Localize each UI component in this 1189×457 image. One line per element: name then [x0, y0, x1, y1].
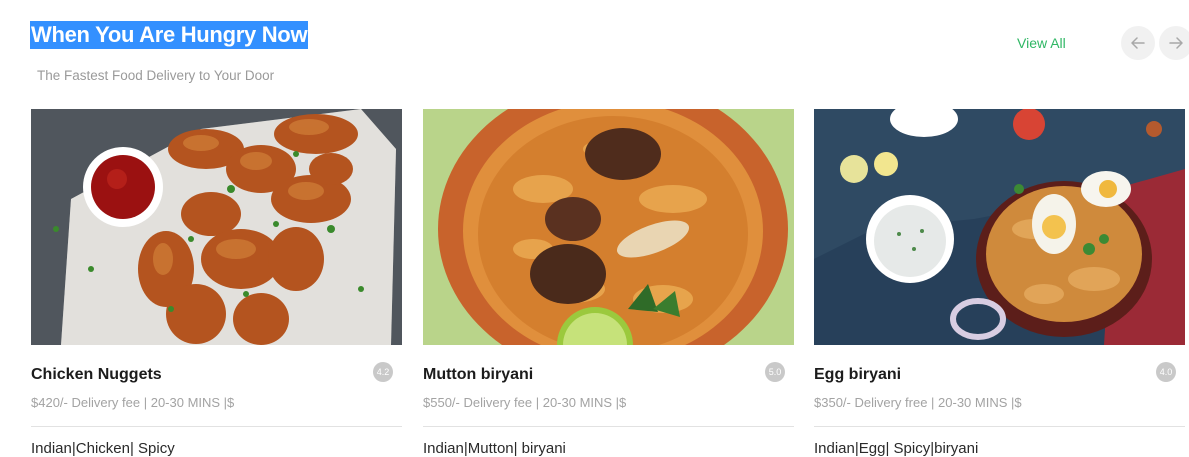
divider: [423, 426, 794, 427]
section-subtitle: The Fastest Food Delivery to Your Door: [37, 68, 275, 83]
card-delivery-info: $420/- Delivery fee | 20-30 MINS |$: [31, 395, 235, 410]
food-card[interactable]: Mutton biryani 5.0 $550/- Delivery fee |…: [423, 109, 794, 457]
section-header: When You Are Hungry Now The Fastest Food…: [0, 0, 1189, 100]
section-title: When You Are Hungry Now: [30, 21, 309, 49]
card-title[interactable]: Mutton biryani: [423, 366, 533, 384]
carousel-prev-button[interactable]: [1121, 26, 1155, 60]
arrow-right-icon: [1169, 37, 1183, 49]
divider: [814, 426, 1185, 427]
food-card[interactable]: Chicken Nuggets 4.2 $420/- Delivery fee …: [31, 109, 402, 457]
rating-badge: 4.2: [373, 362, 393, 382]
rating-badge: 4.0: [1156, 362, 1176, 382]
divider: [31, 426, 402, 427]
card-title[interactable]: Chicken Nuggets: [31, 366, 162, 384]
restaurant-card-list: Chicken Nuggets 4.2 $420/- Delivery fee …: [31, 109, 1189, 457]
card-delivery-info: $550/- Delivery fee | 20-30 MINS |$: [423, 395, 627, 410]
arrow-left-icon: [1131, 37, 1145, 49]
mutton-biryani-photo[interactable]: [423, 109, 794, 345]
view-all-link[interactable]: View All: [1017, 35, 1066, 51]
carousel-next-button[interactable]: [1159, 26, 1189, 60]
card-tags: Indian|Mutton| biryani: [423, 440, 566, 457]
chicken-wings-photo[interactable]: [31, 109, 402, 345]
egg-biryani-photo[interactable]: [814, 109, 1185, 345]
food-card[interactable]: Egg biryani 4.0 $350/- Delivery free | 2…: [814, 109, 1185, 457]
card-title[interactable]: Egg biryani: [814, 366, 901, 384]
card-tags: Indian|Chicken| Spicy: [31, 440, 175, 457]
card-delivery-info: $350/- Delivery free | 20-30 MINS |$: [814, 395, 1022, 410]
card-tags: Indian|Egg| Spicy|biryani: [814, 440, 979, 457]
rating-badge: 5.0: [765, 362, 785, 382]
